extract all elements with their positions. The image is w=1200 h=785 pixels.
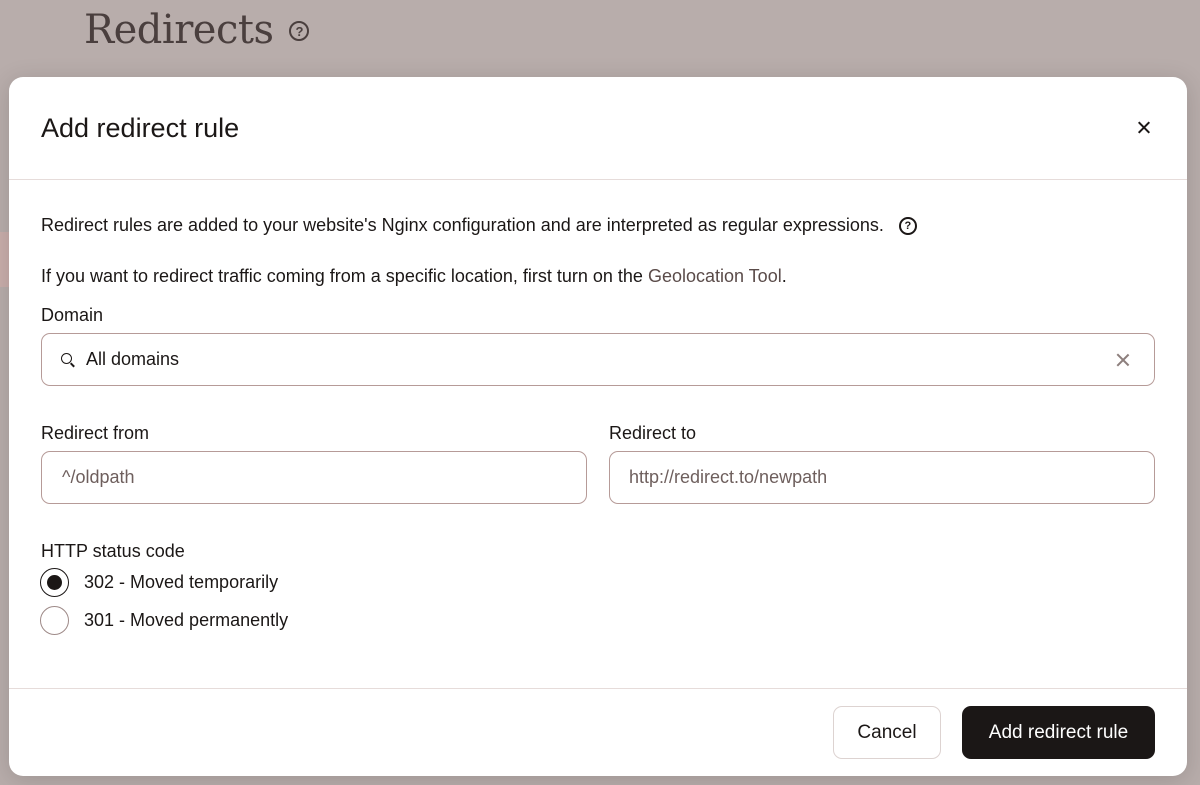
status-302-option[interactable]: 302 - Moved temporarily (40, 568, 278, 597)
redirect-from-placeholder: ^/oldpath (62, 467, 135, 487)
domain-select[interactable]: All domains (41, 333, 1155, 386)
dialog-footer: Cancel Add redirect rule (9, 688, 1187, 776)
page-header: Redirects ? (84, 0, 310, 60)
dialog-header: Add redirect rule (9, 77, 1187, 180)
domain-label: Domain (41, 305, 104, 325)
redirect-to-placeholder: http://redirect.to/newpath (629, 467, 828, 487)
intro-text-row: Redirect rules are added to your website… (41, 215, 917, 236)
redirect-to-input[interactable]: http://redirect.to/newpath (609, 451, 1155, 504)
page-title: Redirects (84, 7, 274, 53)
search-icon (61, 353, 72, 364)
help-icon[interactable]: ? (898, 216, 917, 235)
status-302-radio[interactable] (40, 568, 69, 597)
add-redirect-rule-button[interactable]: Add redirect rule (962, 706, 1155, 759)
redirect-from-input[interactable]: ^/oldpath (41, 451, 587, 504)
geo-text-suffix: . (781, 266, 787, 286)
cancel-button[interactable]: Cancel (833, 706, 941, 759)
help-icon[interactable]: ? (289, 21, 310, 41)
geo-text-prefix: If you want to redirect traffic coming f… (41, 266, 648, 286)
intro-text: Redirect rules are added to your website… (41, 215, 884, 235)
status-302-label: 302 - Moved temporarily (84, 572, 279, 592)
close-icon[interactable] (1133, 117, 1155, 139)
add-redirect-dialog: Add redirect rule Redirect rules are add… (9, 77, 1187, 776)
redirect-to-label: Redirect to (609, 423, 697, 443)
domain-value: All domains (86, 349, 180, 369)
status-301-option[interactable]: 301 - Moved permanently (40, 606, 288, 635)
status-code-label: HTTP status code (41, 541, 185, 561)
dialog-title: Add redirect rule (41, 113, 240, 143)
redirect-from-label: Redirect from (41, 423, 150, 443)
geolocation-note: If you want to redirect traffic coming f… (41, 266, 787, 287)
geolocation-tool-link[interactable]: Geolocation Tool (648, 266, 782, 286)
status-301-radio[interactable] (40, 606, 69, 635)
clear-icon[interactable] (1116, 353, 1130, 367)
status-301-label: 301 - Moved permanently (84, 610, 289, 630)
